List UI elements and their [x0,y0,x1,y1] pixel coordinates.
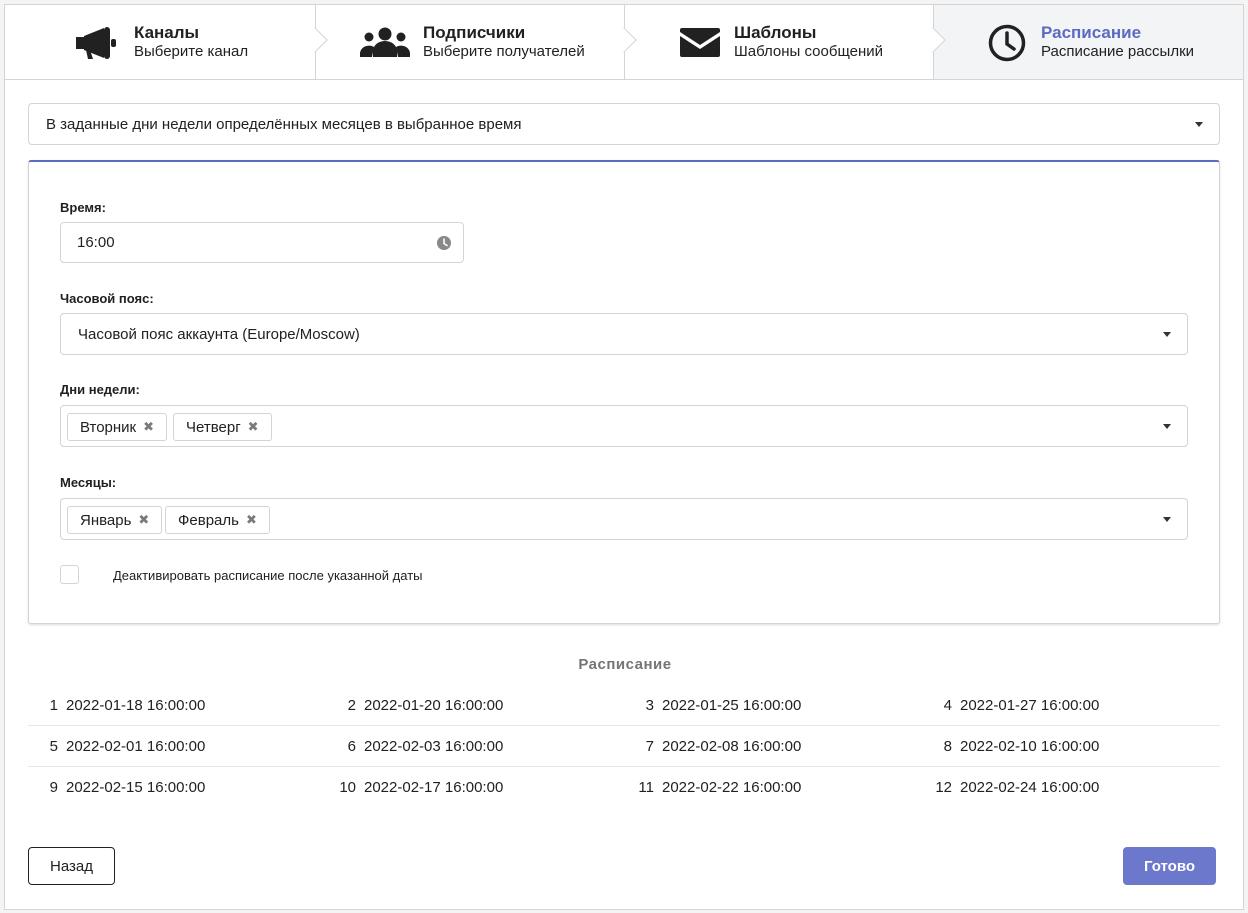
step-desc: Расписание рассылки [1041,43,1195,60]
back-button[interactable]: Назад [28,847,115,885]
schedule-type-dropdown[interactable]: В заданные дни недели определённых месяц… [28,103,1220,145]
weekday-chip: Вторник ✖ [67,413,168,441]
schedule-cell: 8 2022-02-10 16:00:00 [922,726,1100,767]
users-icon [360,27,410,60]
cell-num: 6 [347,738,356,755]
step-title: Расписание [1041,23,1142,42]
schedule-table: 1 2022-01-18 16:00:00 2 2022-01-20 16:00:0… [28,685,1220,808]
caret-down-icon [1163,424,1171,429]
remove-icon[interactable]: ✖ [246,512,257,528]
step-templates[interactable]: Шаблоны Шаблоны сообщений [624,5,946,79]
schedule-cell: 3 2022-01-25 16:00:00 [624,685,802,726]
step-title: Шаблоны [734,23,817,42]
cell-date: 2022-02-17 16:00:00 [364,779,504,796]
envelope-icon [680,27,720,60]
deactivate-label[interactable]: Деактивировать расписание после указанно… [113,568,423,583]
steps-bar: Каналы Выберите канал Подписчики Выберит… [5,5,1243,80]
schedule-cell: 9 2022-02-15 16:00:00 [28,767,206,808]
cell-date: 2022-02-03 16:00:00 [364,738,504,755]
table-row: 5 2022-02-01 16:00:00 6 2022-02-03 16:00:0… [28,726,1220,767]
weekdays-label: Дни недели: [60,382,140,397]
timezone-value: Часовой пояс аккаунта (Europe/Moscow) [78,325,360,343]
cell-date: 2022-02-08 16:00:00 [662,738,802,755]
time-label: Время: [60,200,106,215]
schedule-settings-panel: Время: 16:00 Часовой пояс: Часовой пояс … [28,160,1220,624]
schedule-cell: 11 2022-02-22 16:00:00 [624,767,801,808]
schedule-cell: 4 2022-01-27 16:00:00 [922,685,1100,726]
remove-icon[interactable]: ✖ [143,419,154,435]
step-desc: Шаблоны сообщений [734,43,884,60]
step-title: Каналы [134,23,200,42]
chip-text: Январь [80,511,132,529]
cell-date: 2022-02-15 16:00:00 [66,779,206,796]
done-button[interactable]: Готово [1123,847,1216,885]
schedule-cell: 10 2022-02-17 16:00:00 [326,767,503,808]
table-row: 9 2022-02-15 16:00:00 10 2022-02-17 16:00:… [28,767,1220,808]
cell-num: 7 [645,738,654,755]
cell-num: 9 [49,779,58,796]
deactivate-checkbox[interactable] [60,565,79,584]
weekday-chip: Четверг ✖ [173,413,272,441]
step-desc: Выберите получателей [423,43,585,60]
chip-text: Вторник [80,418,137,436]
month-chip: Январь ✖ [67,506,163,534]
chip-text: Февраль [178,511,239,529]
cell-num: 12 [935,779,952,796]
cell-num: 5 [49,738,58,755]
cell-num: 1 [49,697,58,714]
schedule-type-value: В заданные дни недели определённых месяц… [46,115,522,133]
timezone-dropdown[interactable]: Часовой пояс аккаунта (Europe/Moscow) [60,313,1188,355]
schedule-cell: 1 2022-01-18 16:00:00 [28,685,206,726]
schedule-cell: 5 2022-02-01 16:00:00 [28,726,206,767]
months-multiselect[interactable]: Январь ✖ Февраль ✖ [60,498,1188,540]
caret-down-icon [1163,332,1171,337]
table-row: 1 2022-01-18 16:00:00 2 2022-01-20 16:00:0… [28,685,1220,726]
remove-icon[interactable]: ✖ [138,512,149,528]
clock-icon [437,236,451,253]
cell-date: 2022-01-25 16:00:00 [662,697,802,714]
cell-date: 2022-02-22 16:00:00 [662,779,802,796]
cell-num: 3 [645,697,654,714]
schedule-title: Расписание [578,656,672,673]
cell-date: 2022-01-18 16:00:00 [66,697,206,714]
cell-num: 4 [943,697,952,714]
timezone-label: Часовой пояс: [60,291,154,306]
weekdays-multiselect[interactable]: Вторник ✖ Четверг ✖ [60,405,1188,447]
cell-date: 2022-02-01 16:00:00 [66,738,206,755]
cell-date: 2022-02-10 16:00:00 [960,738,1100,755]
schedule-cell: 7 2022-02-08 16:00:00 [624,726,802,767]
time-value: 16:00 [77,234,115,251]
cell-num: 2 [347,697,356,714]
step-title: Подписчики [423,23,526,42]
caret-down-icon [1163,517,1171,522]
schedule-cell: 12 2022-02-24 16:00:00 [922,767,1099,808]
step-subscribers[interactable]: Подписчики Выберите получателей [315,5,637,79]
cell-num: 8 [943,738,952,755]
step-channels[interactable]: Каналы Выберите канал [5,5,328,79]
megaphone-icon [74,25,120,64]
cell-num: 10 [339,779,356,796]
cell-num: 11 [638,779,654,796]
months-label: Месяцы: [60,475,117,490]
time-input[interactable]: 16:00 [60,222,464,263]
wizard-frame: Каналы Выберите канал Подписчики Выберит… [4,4,1244,910]
step-desc: Выберите канал [134,43,249,60]
caret-down-icon [1195,122,1203,127]
cell-date: 2022-02-24 16:00:00 [960,779,1100,796]
chip-text: Четверг [186,418,241,436]
clock-icon [988,24,1026,65]
month-chip: Февраль ✖ [165,506,270,534]
cell-date: 2022-01-27 16:00:00 [960,697,1100,714]
cell-date: 2022-01-20 16:00:00 [364,697,504,714]
remove-icon[interactable]: ✖ [248,419,259,435]
schedule-cell: 6 2022-02-03 16:00:00 [326,726,504,767]
schedule-cell: 2 2022-01-20 16:00:00 [326,685,504,726]
step-schedule[interactable]: Расписание Расписание рассылки [933,5,1243,79]
